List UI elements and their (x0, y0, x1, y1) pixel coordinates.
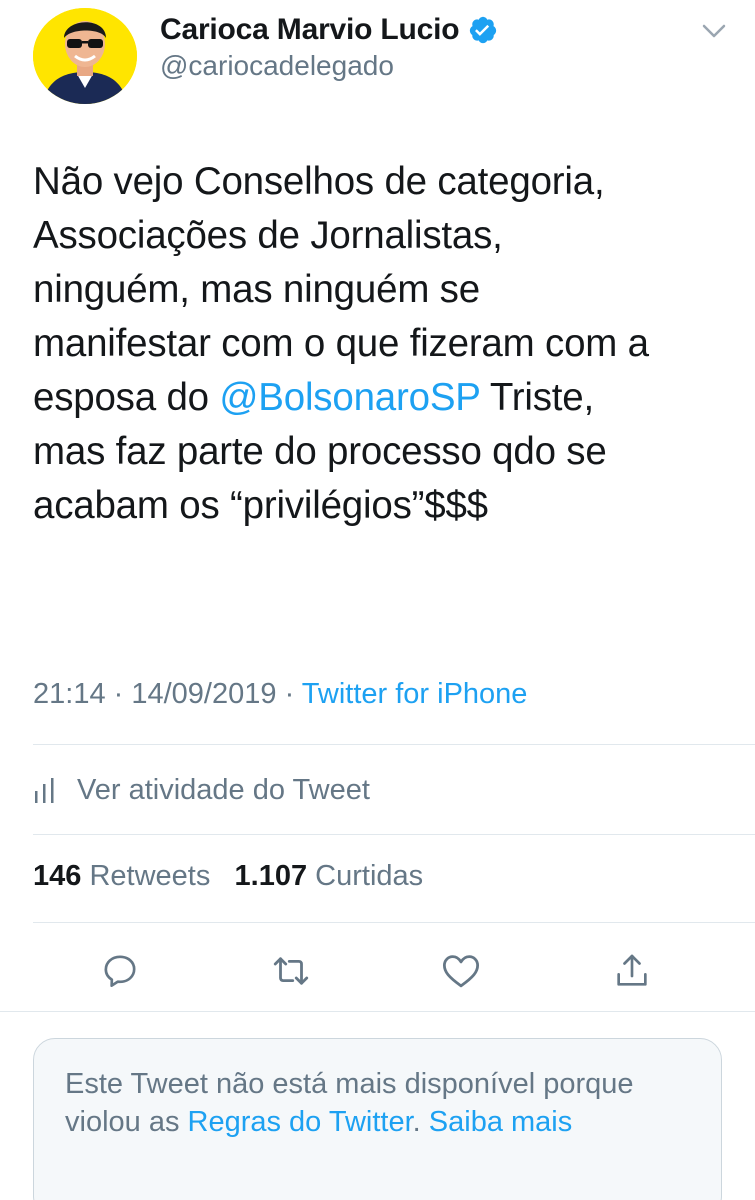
divider (33, 922, 755, 923)
tweet-text-segment: esposa do (33, 376, 220, 419)
tweet-source-link[interactable]: Twitter for iPhone (302, 678, 528, 710)
tweet-text-line: Associações de Jornalistas, (33, 214, 503, 257)
tweet-unavailable-notice: Este Tweet não está mais disponível porq… (33, 1038, 722, 1200)
tweet-activity-link[interactable]: Ver atividade do Tweet (33, 770, 370, 810)
tweet-time: 21:14 (33, 678, 106, 710)
notice-text: Este Tweet não está mais disponível porq… (65, 1065, 691, 1141)
notice-text-segment: . (412, 1106, 429, 1138)
tweet-meta: 21:14 · 14/09/2019 · Twitter for iPhone (33, 678, 527, 711)
chevron-down-icon[interactable] (701, 22, 727, 40)
mention-link[interactable]: @BolsonaroSP (219, 376, 480, 419)
tweet-text-line: mas faz parte do processo qdo se (33, 430, 607, 473)
tweet-text-line: manifestar com o que fizeram com a (33, 322, 649, 365)
share-button[interactable] (608, 947, 656, 995)
tweet-text-line: acabam os “privilégios”$$$ (33, 484, 488, 527)
avatar[interactable] (33, 8, 137, 104)
share-icon (617, 954, 647, 986)
divider (0, 1011, 755, 1012)
meta-separator: · (105, 678, 132, 710)
retweet-icon (273, 957, 309, 985)
learn-more-link[interactable]: Saiba mais (429, 1106, 572, 1138)
tweet-text-line: esposa do @BolsonaroSP Triste, (33, 371, 733, 425)
tweet-actions (0, 940, 755, 1000)
likes-count: 1.107 (234, 860, 308, 892)
retweets-count: 146 (33, 860, 82, 892)
retweets-label: Retweets (89, 860, 211, 892)
like-button[interactable] (437, 947, 485, 995)
retweet-button[interactable] (267, 947, 315, 995)
reply-icon (104, 955, 136, 987)
tweet-text-line: ninguém, mas ninguém se (33, 268, 480, 311)
tweet-date: 14/09/2019 (131, 678, 277, 710)
like-icon (442, 955, 480, 988)
meta-separator: · (276, 678, 302, 710)
tweet-header: Carioca Marvio Lucio @cariocadelegado (0, 0, 755, 110)
twitter-rules-link[interactable]: Regras do Twitter (188, 1106, 413, 1138)
likes-label: Curtidas (315, 860, 424, 892)
divider (33, 744, 755, 745)
reply-button[interactable] (96, 947, 144, 995)
tweet-text-segment: Triste, (480, 376, 595, 419)
retweets-stat[interactable]: 146 Retweets (33, 860, 210, 892)
likes-stat[interactable]: 1.107 Curtidas (235, 860, 424, 892)
tweet-stats: 146 Retweets 1.107 Curtidas (33, 860, 423, 893)
analytics-icon (35, 778, 54, 803)
tweet-text: Não vejo Conselhos de categoria, Associa… (33, 155, 733, 533)
divider (33, 834, 755, 835)
name-row: Carioca Marvio Lucio (160, 10, 498, 50)
display-name[interactable]: Carioca Marvio Lucio (160, 13, 460, 47)
activity-label: Ver atividade do Tweet (77, 773, 370, 806)
verified-badge-icon (468, 15, 498, 45)
tweet-text-line: Não vejo Conselhos de categoria, (33, 160, 605, 203)
user-handle[interactable]: @cariocadelegado (160, 50, 394, 82)
tweet-detail-page: Carioca Marvio Lucio @cariocadelegado Nã… (0, 0, 755, 1200)
